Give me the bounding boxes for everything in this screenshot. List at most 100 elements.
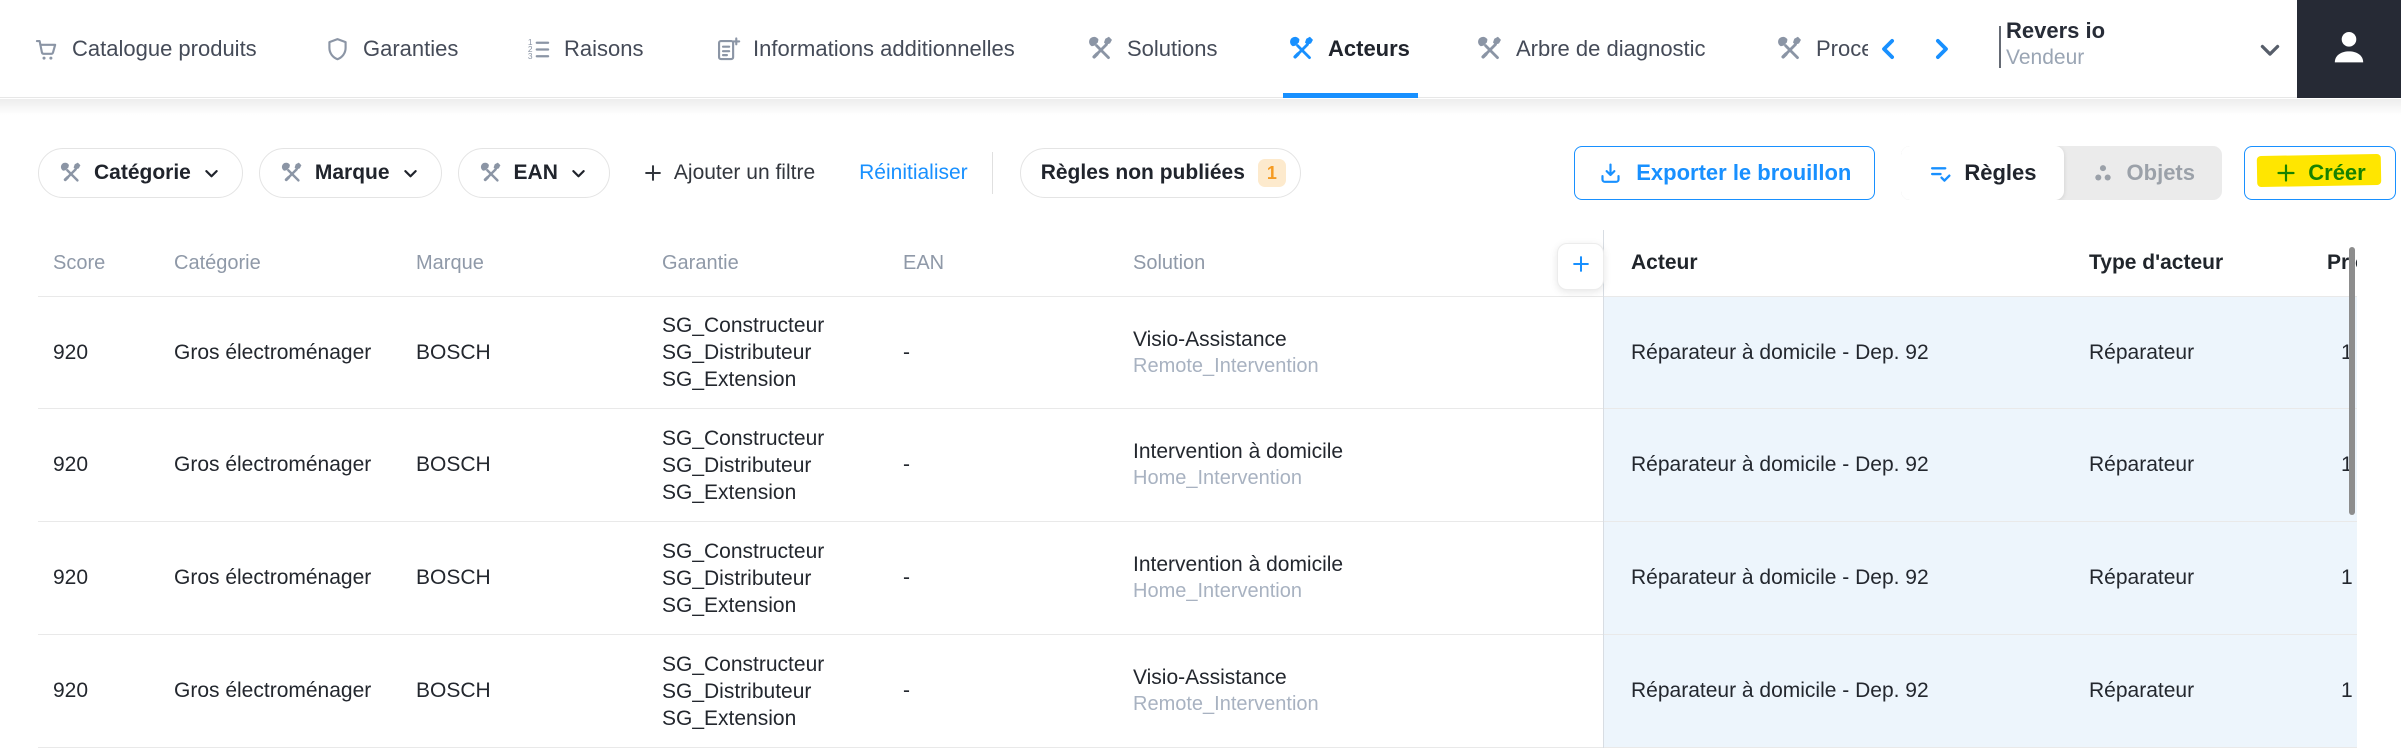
plus-icon [642, 162, 664, 184]
export-draft-button[interactable]: Exporter le brouillon [1574, 146, 1876, 200]
reset-filters-link[interactable]: Réinitialiser [859, 161, 968, 185]
table-row[interactable]: 920 Gros électroménager BOSCH SG_Constru… [38, 409, 2357, 522]
cell-categorie: Gros électroménager [174, 566, 372, 589]
cell-ean: - [903, 566, 910, 589]
cell-type-acteur: Réparateur [2089, 409, 2327, 521]
filter-icon [60, 162, 83, 185]
header-acteur: Acteur [1631, 251, 1698, 274]
table-row[interactable]: 920 Gros électroménager BOSCH SG_Constru… [38, 635, 2357, 748]
add-filter-button[interactable]: Ajouter un filtre [642, 161, 815, 185]
tab-procedures[interactable]: Proce [1777, 0, 1868, 98]
filter-chip-ean[interactable]: EAN [457, 148, 610, 198]
add-column-button[interactable] [1557, 243, 1604, 290]
rules-table: Score Catégorie Marque Garantie EAN Solu… [38, 230, 2357, 748]
tab-informations-additionnelles[interactable]: Informations additionnelles [714, 0, 1015, 98]
document-add-icon [714, 36, 741, 63]
tools-icon [1777, 36, 1804, 63]
tab-solutions[interactable]: Solutions [1088, 0, 1218, 98]
tab-label: Solutions [1127, 36, 1218, 61]
cell-acteur: Réparateur à domicile - Dep. 92 [1603, 522, 2089, 634]
cell-solution: Visio-Assistance Remote_Intervention [1133, 635, 1603, 747]
cell-categorie: Gros électroménager [174, 453, 372, 476]
cell-score: 920 [53, 679, 89, 702]
shield-icon [324, 36, 351, 63]
ordered-list-icon: 123 [525, 36, 552, 63]
cell-solution: Intervention à domicile Home_Interventio… [1133, 522, 1603, 634]
nav-tabs: Catalogue produits Garanties 123 Raisons… [0, 0, 1868, 98]
cell-marque: BOSCH [416, 453, 491, 476]
solution-code: Home_Intervention [1133, 467, 1302, 489]
cell-marque: BOSCH [416, 340, 491, 364]
filter-bar: Catégorie Marque EAN Ajouter un filtre R… [38, 146, 2396, 200]
table-row[interactable]: 920 Gros électroménager BOSCH SG_Constru… [38, 522, 2357, 635]
cell-categorie: Gros électroménager [174, 679, 372, 702]
account-name: Revers io [2006, 18, 2106, 43]
unpublished-rules-label: Règles non publiées [1040, 161, 1245, 184]
tab-label: Arbre de diagnostic [1516, 36, 1706, 61]
page: Catalogue produits Garanties 123 Raisons… [0, 0, 2401, 748]
header-solution: Solution [1133, 251, 1206, 274]
tabs-scroll-left-button[interactable] [1874, 34, 1904, 64]
pinned-column-divider [1603, 230, 1604, 748]
cell-solution: Visio-Assistance Remote_Intervention [1133, 297, 1603, 408]
filter-chip-label: Marque [314, 161, 390, 184]
filter-icon [281, 162, 304, 185]
chevron-down-icon [401, 164, 420, 183]
account-dropdown-button[interactable] [2256, 36, 2284, 64]
tabs-scroll-right-button[interactable] [1926, 34, 1956, 64]
solution-code: Home_Intervention [1133, 580, 1302, 602]
avatar[interactable] [2297, 0, 2401, 98]
tab-garanties[interactable]: Garanties [324, 0, 458, 98]
add-filter-label: Ajouter un filtre [673, 161, 816, 184]
create-button[interactable]: Créer [2244, 146, 2396, 200]
header-marque: Marque [416, 251, 484, 274]
cell-priorite: 1 [2327, 635, 2357, 747]
account-divider [1999, 26, 2001, 68]
tab-acteurs[interactable]: Acteurs [1283, 0, 1418, 98]
export-draft-label: Exporter le brouillon [1636, 160, 1852, 185]
header-garantie: Garantie [662, 251, 739, 274]
cell-ean: - [903, 340, 910, 364]
tab-label: Proce [1816, 36, 1868, 61]
tab-label: Raisons [564, 36, 644, 61]
tab-arbre-de-diagnostic[interactable]: Arbre de diagnostic [1477, 0, 1706, 98]
cell-score: 920 [53, 453, 89, 476]
filter-chip-label: Catégorie [94, 161, 191, 184]
filter-bar-left: Catégorie Marque EAN Ajouter un filtre R… [38, 148, 1301, 198]
cell-acteur: Réparateur à domicile - Dep. 92 [1603, 297, 2089, 408]
tab-label: Catalogue produits [72, 36, 257, 61]
tab-catalogue-produits[interactable]: Catalogue produits [33, 0, 257, 98]
filter-bar-actions: Exporter le brouillon Règles Objets Crée… [1574, 146, 2396, 200]
navbar-shadow [0, 99, 2401, 115]
table-row[interactable]: 920 Gros électroménager BOSCH SG_Constru… [38, 296, 2357, 409]
svg-text:3: 3 [528, 51, 533, 61]
cell-priorite: 1 [2327, 522, 2357, 634]
filter-chip-marque[interactable]: Marque [258, 148, 442, 198]
solution-code: Remote_Intervention [1133, 354, 1319, 377]
cell-score: 920 [53, 340, 89, 364]
cell-acteur: Réparateur à domicile - Dep. 92 [1603, 635, 2089, 747]
rules-icon [1928, 161, 1953, 186]
toggle-rules-segment[interactable]: Règles [1901, 146, 2064, 200]
toggle-objects-segment[interactable]: Objets [2064, 146, 2222, 200]
cell-type-acteur: Réparateur [2089, 297, 2327, 408]
tools-icon [1289, 36, 1316, 63]
cell-ean: - [903, 453, 910, 476]
cell-type-acteur: Réparateur [2089, 522, 2327, 634]
objects-icon [2091, 161, 2116, 186]
unpublished-rules-chip[interactable]: Règles non publiées 1 [1019, 148, 1301, 198]
vertical-scrollbar-thumb[interactable] [2349, 247, 2355, 515]
filter-chip-categorie[interactable]: Catégorie [38, 148, 243, 198]
cell-marque: BOSCH [416, 679, 491, 702]
cell-type-acteur: Réparateur [2089, 635, 2327, 747]
unpublished-count-badge: 1 [1257, 159, 1286, 187]
tab-raisons[interactable]: 123 Raisons [525, 0, 644, 98]
tools-icon [1088, 36, 1115, 63]
download-icon [1598, 161, 1623, 186]
toggle-rules-label: Règles [1964, 160, 2037, 185]
chevron-down-icon [569, 164, 588, 183]
top-navbar: Catalogue produits Garanties 123 Raisons… [0, 0, 2401, 98]
solution-code: Remote_Intervention [1133, 693, 1319, 715]
toggle-objects-label: Objets [2126, 160, 2195, 185]
table-header-row: Score Catégorie Marque Garantie EAN Solu… [38, 230, 2357, 296]
